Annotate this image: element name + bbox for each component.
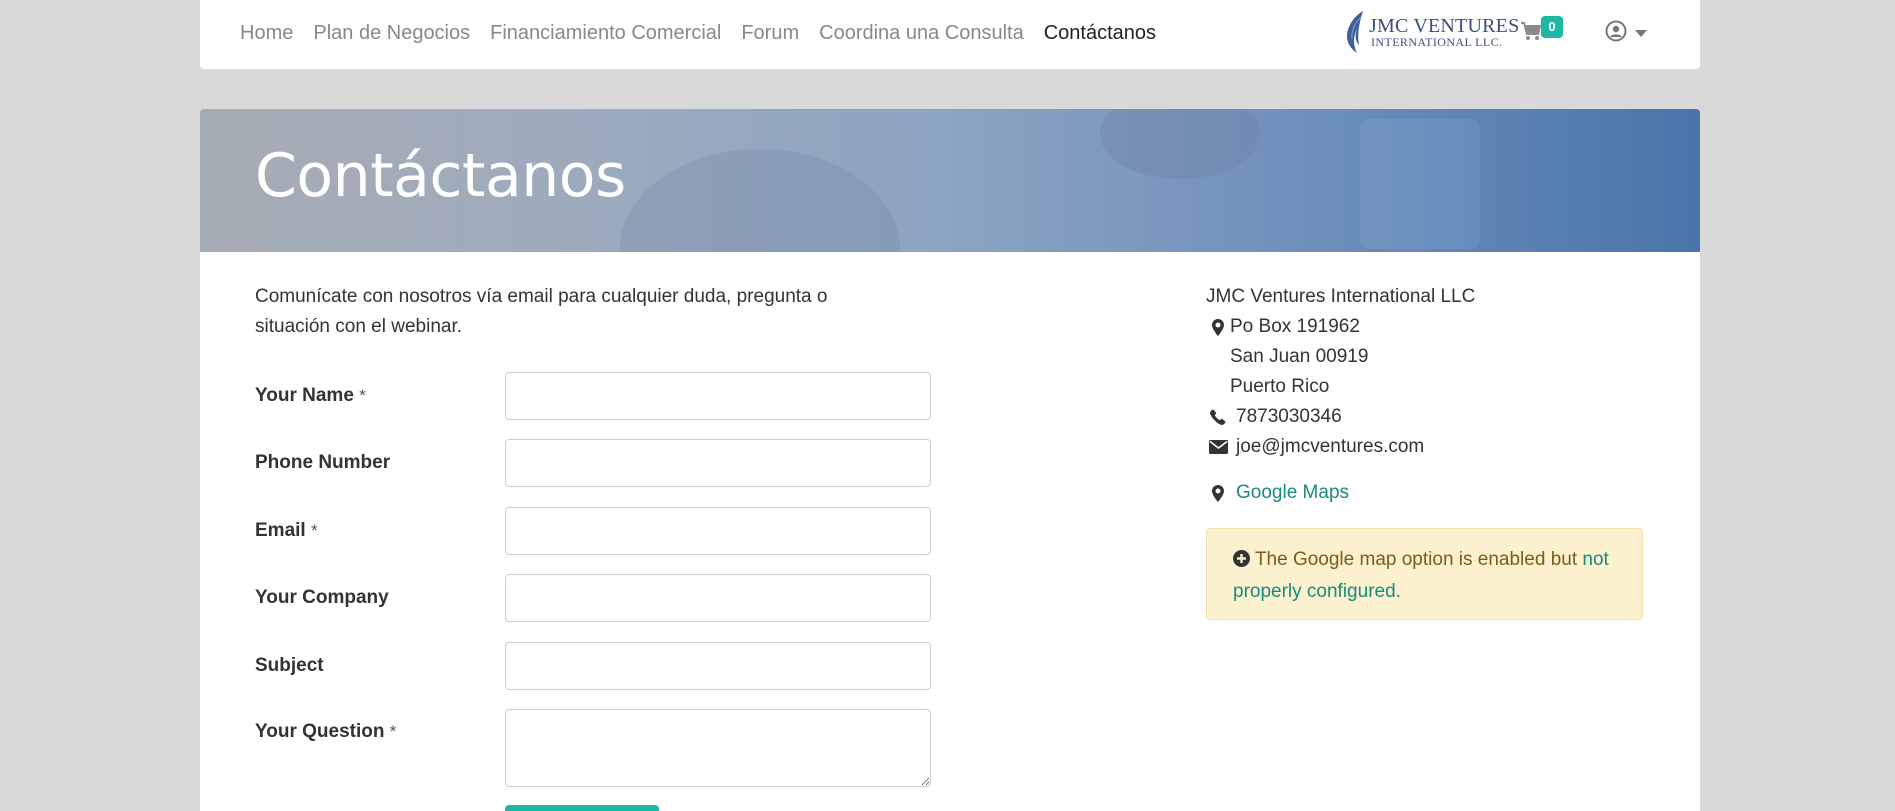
nav-link-plan-de-negocios[interactable]: Plan de Negocios	[313, 20, 470, 46]
top-navbar: Home Plan de Negocios Financiamiento Com…	[200, 0, 1700, 69]
eagle-wing-icon	[1347, 11, 1363, 53]
phone-icon	[1206, 409, 1230, 425]
company-label: Your Company	[255, 587, 389, 608]
phone-row: 7873030346	[1206, 402, 1475, 432]
question-textarea[interactable]	[505, 709, 931, 787]
alert-suffix: .	[1395, 581, 1401, 602]
user-circle-icon	[1605, 20, 1627, 47]
form-row-email: Email *	[255, 507, 931, 555]
subject-input[interactable]	[505, 642, 931, 690]
nav-link-forum[interactable]: Forum	[741, 20, 799, 46]
logo-line1: JMC VENTURES	[1369, 15, 1520, 37]
email-row: joe@jmcventures.com	[1206, 432, 1475, 462]
hero-background-shape	[1360, 119, 1480, 249]
email-input[interactable]	[505, 507, 931, 555]
submit-button[interactable]	[505, 805, 659, 811]
envelope-icon	[1206, 440, 1230, 454]
phone-input[interactable]	[505, 439, 931, 487]
logo-wordmark: JMC VENTURES INTERNATIONAL LLC.	[1369, 16, 1519, 48]
contact-info: JMC Ventures International LLC Po Box 19…	[1206, 282, 1475, 508]
map-marker-icon	[1206, 484, 1230, 502]
subject-label: Subject	[255, 655, 324, 676]
form-row-question: Your Question *	[255, 709, 931, 787]
phone-number: 7873030346	[1236, 406, 1342, 427]
email-label: Email *	[255, 520, 318, 541]
maps-row: Google Maps	[1206, 478, 1475, 508]
form-row-name: Your Name *	[255, 372, 931, 420]
name-input[interactable]	[505, 372, 931, 420]
form-row-phone: Phone Number	[255, 439, 931, 487]
company-name: JMC Ventures International LLC	[1206, 286, 1476, 307]
map-marker-icon	[1206, 318, 1230, 336]
page-title: Contáctanos	[255, 141, 626, 211]
nav-link-home[interactable]: Home	[240, 20, 293, 46]
address-line3: Puerto Rico	[1230, 376, 1330, 397]
phone-label: Phone Number	[255, 452, 391, 473]
page-hero-banner: Contáctanos	[200, 109, 1700, 252]
google-maps-link[interactable]: Google Maps	[1236, 478, 1349, 508]
form-row-company: Your Company	[255, 574, 931, 622]
cart-count-badge: 0	[1541, 16, 1563, 38]
hero-background-shape	[620, 149, 900, 252]
contact-content-panel: Comunícate con nosotros vía email para c…	[200, 252, 1700, 811]
form-row-subject: Subject	[255, 642, 931, 690]
map-config-alert: The Google map option is enabled but not…	[1206, 528, 1643, 620]
nav-link-coordina-consulta[interactable]: Coordina una Consulta	[819, 20, 1024, 46]
nav-link-contactanos[interactable]: Contáctanos	[1044, 20, 1156, 46]
main-nav: Home Plan de Negocios Financiamiento Com…	[240, 20, 1176, 46]
logo-line2: INTERNATIONAL LLC.	[1371, 35, 1503, 49]
hero-background-shape	[1100, 109, 1260, 179]
alert-text: The Google map option is enabled but	[1254, 549, 1578, 570]
caret-down-icon	[1635, 25, 1647, 43]
cart-icon[interactable]	[1520, 20, 1542, 42]
email-address[interactable]: joe@jmcventures.com	[1236, 432, 1424, 462]
company-input[interactable]	[505, 574, 931, 622]
question-label: Your Question *	[255, 721, 397, 742]
address-line1: Po Box 191962	[1230, 316, 1360, 337]
brand-logo[interactable]: JMC VENTURES INTERNATIONAL LLC.	[1343, 9, 1519, 55]
intro-text: Comunícate con nosotros vía email para c…	[255, 286, 828, 337]
nav-link-financiamiento-comercial[interactable]: Financiamiento Comercial	[490, 20, 721, 46]
address-line: Po Box 191962	[1206, 312, 1475, 342]
user-menu-toggle[interactable]	[1605, 20, 1647, 47]
plus-circle-icon	[1233, 547, 1250, 577]
name-label: Your Name *	[255, 385, 366, 406]
address-line2: San Juan 00919	[1230, 346, 1369, 367]
